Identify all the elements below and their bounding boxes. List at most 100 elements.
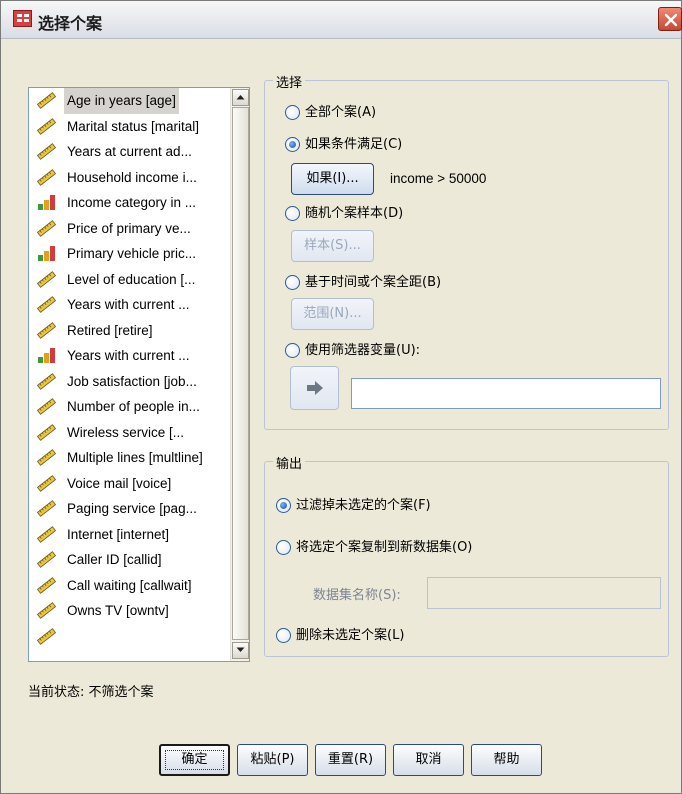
variable-item[interactable]: Household income i... [29, 165, 230, 191]
bar-chart-icon [37, 245, 56, 262]
ruler-icon [36, 602, 57, 619]
ruler-icon [36, 627, 57, 645]
sample-button[interactable]: 样本(S)... [291, 230, 374, 262]
window-title: 选择个案 [38, 14, 103, 33]
radio-random-sample-button[interactable] [285, 206, 300, 221]
variable-item[interactable]: Marital status [marital] [29, 114, 230, 140]
variable-item[interactable]: Price of primary ve... [29, 216, 230, 242]
radio-filter-variable-button[interactable] [285, 343, 300, 358]
ruler-icon [36, 321, 57, 339]
variable-item[interactable]: Years at current ad... [29, 139, 230, 165]
radio-delete-unselected-label: 删除未选定个案(L) [296, 628, 405, 643]
move-variable-button[interactable] [290, 366, 339, 410]
variable-item[interactable]: Internet [internet] [29, 522, 230, 548]
variable-list-scrollbar[interactable] [230, 88, 249, 661]
scroll-down-button[interactable] [232, 642, 249, 659]
ruler-icon [36, 474, 57, 492]
scroll-thumb[interactable] [232, 107, 249, 640]
close-icon [664, 13, 678, 27]
variable-label: Internet [internet] [67, 526, 170, 542]
ruler-icon [36, 398, 57, 415]
variable-item[interactable]: Paging service [pag... [29, 496, 230, 522]
radio-filter-unselected-label: 过滤掉未选定的个案(F) [296, 498, 431, 513]
range-button[interactable]: 范围(N)... [291, 298, 374, 330]
variable-label: Primary vehicle pric... [67, 246, 197, 261]
paste-button[interactable]: 粘贴(P) [237, 744, 308, 776]
variable-item[interactable]: Owns TV [owntv] [29, 598, 230, 624]
ruler-icon [36, 449, 57, 466]
variable-item[interactable]: Years with current ... [29, 292, 230, 318]
scroll-up-button[interactable] [232, 89, 249, 106]
ruler-icon [36, 296, 57, 313]
radio-copy-dataset-label: 将选定个案复制到新数据集(O) [296, 540, 473, 555]
title-bar: 选择个案 [1, 1, 682, 39]
variable-label: Years with current ... [67, 297, 190, 312]
radio-time-range-button[interactable] [285, 275, 300, 290]
variable-label: Price of primary ve... [67, 220, 191, 236]
radio-if-condition-label: 如果条件满足(C) [305, 137, 403, 152]
ruler-icon [36, 372, 57, 390]
ruler-icon [36, 423, 57, 441]
radio-filter-variable-label: 使用筛选器变量(U): [305, 343, 421, 358]
variable-label: Retired [retire] [67, 322, 153, 338]
variable-label: Household income i... [67, 169, 197, 185]
if-button[interactable]: 如果(I)... [291, 163, 374, 195]
dataset-name-label: 数据集名称(S): [313, 588, 401, 603]
ruler-icon [36, 219, 57, 237]
variable-item[interactable]: Voice mail [voice] [29, 471, 230, 497]
condition-expression: income > 50000 [390, 171, 487, 186]
variable-item[interactable]: Caller ID [callid] [29, 547, 230, 573]
radio-if-condition-button[interactable] [285, 137, 300, 152]
variable-item[interactable]: Call waiting [callwait] [29, 573, 230, 599]
variable-item[interactable]: Income category in ... [29, 190, 230, 216]
output-group-title: 输出 [273, 453, 306, 472]
variable-label: Level of education [... [67, 271, 196, 287]
variable-label: Job satisfaction [job... [67, 373, 197, 389]
radio-all-cases-label: 全部个案(A) [305, 105, 377, 120]
variable-label: Income category in ... [67, 195, 197, 210]
radio-time-range-label: 基于时间或个案全距(B) [305, 275, 442, 290]
radio-copy-dataset-button[interactable] [276, 540, 291, 555]
variable-label: Caller ID [callid] [67, 552, 162, 567]
variable-item[interactable]: Years with current ... [29, 343, 230, 369]
variable-item[interactable]: Level of education [... [29, 267, 230, 293]
help-button[interactable]: 帮助 [471, 744, 542, 776]
variable-item[interactable] [29, 624, 230, 650]
ok-button[interactable]: 确定 [159, 744, 230, 776]
filter-variable-field[interactable] [351, 378, 661, 409]
arrow-right-icon [307, 381, 323, 395]
variable-label: Marital status [marital] [67, 118, 200, 134]
radio-delete-unselected-button[interactable] [276, 628, 291, 643]
variable-label: Multiple lines [multline] [67, 450, 203, 465]
variable-label: Years with current ... [67, 348, 190, 363]
reset-button[interactable]: 重置(R) [315, 744, 386, 776]
variable-label: Wireless service [... [67, 424, 185, 440]
variable-label: Years at current ad... [67, 144, 192, 159]
ruler-icon [36, 500, 57, 517]
variable-item[interactable]: Wireless service [... [29, 420, 230, 446]
radio-random-sample-label: 随机个案样本(D) [305, 206, 404, 221]
variable-item[interactable]: Number of people in... [29, 394, 230, 420]
cancel-button[interactable]: 取消 [393, 744, 464, 776]
select-group-title: 选择 [273, 72, 306, 91]
variable-item[interactable]: Retired [retire] [29, 318, 230, 344]
variable-list[interactable]: Age in years [age] Marital status [marita… [28, 87, 250, 662]
ruler-icon [36, 270, 57, 288]
variable-item[interactable]: Age in years [age] [29, 88, 230, 114]
variable-item[interactable]: Primary vehicle pric... [29, 241, 230, 267]
variable-label: Call waiting [callwait] [67, 577, 192, 593]
variable-label: Owns TV [owntv] [67, 603, 169, 618]
ruler-icon [36, 117, 57, 135]
variable-label: Paging service [pag... [67, 501, 197, 516]
radio-filter-unselected-button[interactable] [276, 498, 291, 513]
ruler-icon [36, 576, 57, 594]
ruler-icon [36, 551, 57, 568]
radio-all-cases-button[interactable] [285, 105, 300, 120]
close-button[interactable] [658, 7, 682, 31]
dataset-name-field[interactable] [427, 577, 661, 609]
variable-item[interactable]: Job satisfaction [job... [29, 369, 230, 395]
variable-item[interactable]: Multiple lines [multline] [29, 445, 230, 471]
ruler-icon [36, 168, 57, 186]
ruler-icon [36, 143, 57, 160]
variable-label: Voice mail [voice] [67, 475, 172, 491]
